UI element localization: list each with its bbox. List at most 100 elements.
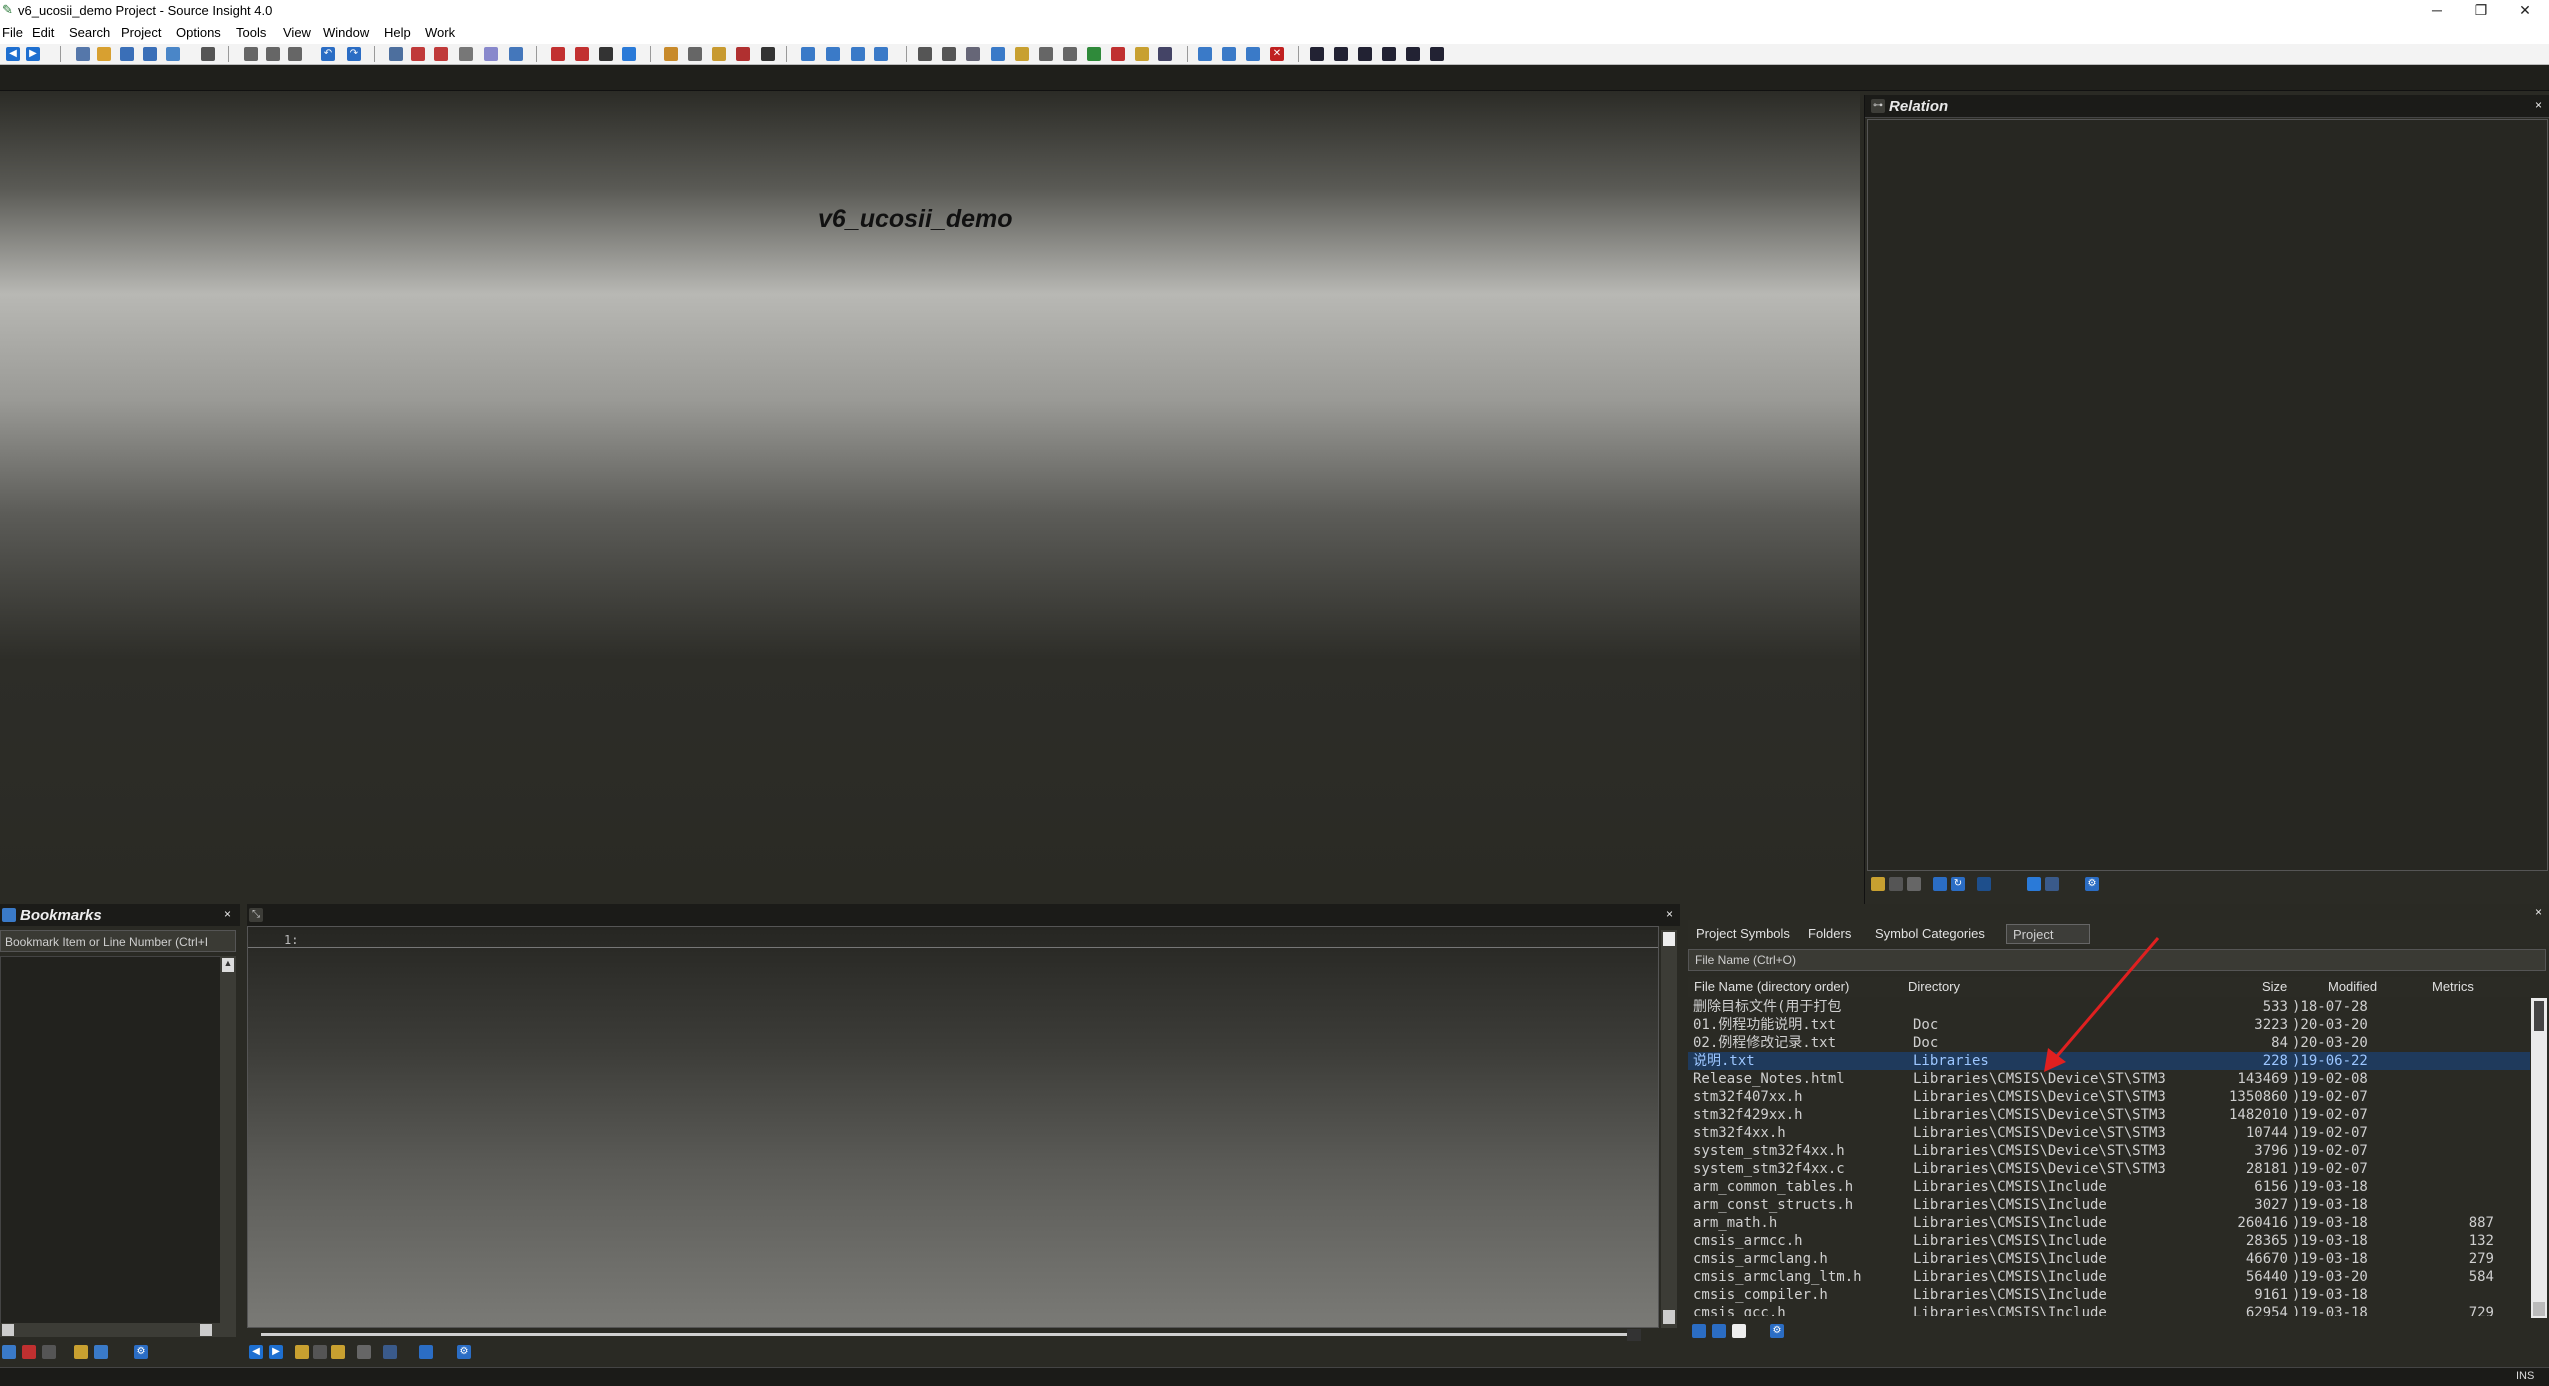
col-directory[interactable]: Directory (1908, 979, 1960, 994)
scroll-up-icon[interactable] (1663, 932, 1675, 946)
open-file-icon[interactable] (97, 47, 111, 61)
jump-icon[interactable] (459, 47, 473, 61)
table-row[interactable]: arm_common_tables.h Libraries\CMSIS\Inclu… (1688, 1178, 2530, 1196)
menu-options[interactable]: Options (176, 25, 221, 40)
search-files-icon[interactable] (434, 47, 448, 61)
new-file-icon[interactable] (76, 47, 90, 61)
paste-icon[interactable] (288, 47, 302, 61)
table-row[interactable]: system_stm32f4xx.c Libraries\CMSIS\Device… (1688, 1160, 2530, 1178)
layout-1-icon[interactable] (801, 47, 815, 61)
context-icon[interactable] (688, 47, 702, 61)
table-row[interactable]: arm_math.h Libraries\CMSIS\Include 260416)… (1688, 1214, 2530, 1232)
context-book-icon[interactable] (331, 1345, 345, 1359)
call-graph-icon[interactable] (736, 47, 750, 61)
symbol-window-icon[interactable] (761, 47, 775, 61)
relation-tree-icon[interactable] (2045, 877, 2059, 891)
target-icon[interactable] (918, 47, 932, 61)
redo-icon[interactable]: ↷ (347, 47, 361, 61)
macro-5-icon[interactable] (1406, 47, 1420, 61)
relation-layout-icon[interactable] (2027, 877, 2041, 891)
scroll-up-icon[interactable]: ▲ (222, 958, 234, 972)
relation-settings-icon[interactable]: ⚙ (2085, 877, 2099, 891)
outline-icon[interactable] (1015, 47, 1029, 61)
print-icon[interactable] (201, 47, 215, 61)
relation-view[interactable] (1867, 119, 2548, 871)
build-icon[interactable] (1039, 47, 1053, 61)
filter-icon[interactable] (1135, 47, 1149, 61)
table-row[interactable]: cmsis_compiler.h Libraries\CMSIS\Include 9… (1688, 1286, 2530, 1304)
scroll-thumb[interactable] (2534, 1001, 2544, 1031)
context-back-icon[interactable]: ◀ (249, 1345, 263, 1359)
bookmark-list[interactable] (0, 956, 222, 1325)
project-refresh-icon[interactable] (1712, 1324, 1726, 1338)
minimize-button[interactable]: ─ (2415, 0, 2459, 22)
col-size[interactable]: Size (2262, 979, 2287, 994)
relation-options-icon[interactable] (1977, 877, 1991, 891)
context-close-button[interactable]: × (1666, 907, 1673, 921)
bookmark-scrollbar[interactable]: ▲ (220, 956, 236, 1323)
grid-icon[interactable] (1158, 47, 1172, 61)
table-row[interactable]: system_stm32f4xx.h Libraries\CMSIS\Device… (1688, 1142, 2530, 1160)
bookmark-hscrollbar[interactable] (0, 1323, 236, 1337)
file-list-scrollbar[interactable] (2531, 998, 2547, 1318)
macro-3-icon[interactable] (1358, 47, 1372, 61)
replace-icon[interactable] (411, 47, 425, 61)
project-window-close-button[interactable]: × (2535, 905, 2542, 919)
scroll-down-icon[interactable] (1663, 1310, 1675, 1324)
bookmark-icon[interactable] (551, 47, 565, 61)
zoom-icon[interactable] (942, 47, 956, 61)
hscroll-track[interactable] (261, 1333, 1641, 1336)
menu-window[interactable]: Window (323, 25, 369, 40)
refresh-icon[interactable]: ↻ (1951, 877, 1965, 891)
context-lock-icon[interactable] (419, 1345, 433, 1359)
delete-bookmark-icon[interactable] (22, 1345, 36, 1359)
table-row[interactable]: stm32f429xx.h Libraries\CMSIS\Device\ST\S… (1688, 1106, 2530, 1124)
tab-folders[interactable]: Folders (1802, 924, 1857, 944)
context-forward-icon[interactable]: ▶ (269, 1345, 283, 1359)
context-jump-icon[interactable] (313, 1345, 327, 1359)
add-bookmark-icon[interactable] (2, 1345, 16, 1359)
pin-icon[interactable] (966, 47, 980, 61)
table-row[interactable]: stm32f4xx.h Libraries\CMSIS\Device\ST\STM… (1688, 1124, 2530, 1142)
macro-1-icon[interactable] (1310, 47, 1324, 61)
relation-graph-icon[interactable] (1907, 877, 1921, 891)
sync-project-icon[interactable] (1087, 47, 1101, 61)
context-lookup-icon[interactable] (295, 1345, 309, 1359)
context-tree-icon[interactable] (383, 1345, 397, 1359)
bookmark-next-icon[interactable] (575, 47, 589, 61)
restore-button[interactable]: ❐ (2459, 0, 2503, 22)
sync-icon[interactable] (166, 47, 180, 61)
menu-work[interactable]: Work (425, 25, 455, 40)
context-graph-icon[interactable] (357, 1345, 371, 1359)
menu-tools[interactable]: Tools (236, 25, 266, 40)
context-scrollbar[interactable] (1661, 930, 1677, 1328)
close-window-button[interactable]: ✕ (2503, 0, 2547, 22)
table-row[interactable]: cmsis_armcc.h Libraries\CMSIS\Include 2836… (1688, 1232, 2530, 1250)
macro-2-icon[interactable] (1334, 47, 1348, 61)
references-icon[interactable] (712, 47, 726, 61)
stop-icon[interactable] (1111, 47, 1125, 61)
col-modified[interactable]: Modified (2328, 979, 2377, 994)
menu-file[interactable]: File (2, 25, 23, 40)
save-bookmark-icon[interactable] (94, 1345, 108, 1359)
bookmarks-settings-icon[interactable]: ⚙ (134, 1345, 148, 1359)
back-icon[interactable]: ◀ (6, 47, 20, 61)
browse-icon[interactable] (509, 47, 523, 61)
bookmark-search-input[interactable]: Bookmark Item or Line Number (Ctrl+I (0, 930, 236, 952)
relation-jump-icon[interactable] (1889, 877, 1903, 891)
menu-help[interactable]: Help (384, 25, 411, 40)
copy-icon[interactable] (266, 47, 280, 61)
macro-4-icon[interactable] (1382, 47, 1396, 61)
context-settings-icon[interactable]: ⚙ (457, 1345, 471, 1359)
scroll-left-icon[interactable] (2, 1324, 14, 1336)
project-sync-icon[interactable] (1692, 1324, 1706, 1338)
table-row[interactable]: cmsis_armclang_ltm.h Libraries\CMSIS\Incl… (1688, 1268, 2530, 1286)
menu-project[interactable]: Project (121, 25, 161, 40)
col-metrics[interactable]: Metrics (2432, 979, 2474, 994)
scroll-right-icon[interactable] (200, 1324, 212, 1336)
save-icon[interactable] (120, 47, 134, 61)
outdent-icon[interactable] (1222, 47, 1236, 61)
table-row[interactable]: cmsis_gcc.h Libraries\CMSIS\Include 62954)… (1688, 1304, 2530, 1316)
clear-bookmarks-icon[interactable] (42, 1345, 56, 1359)
relation-lookup-icon[interactable] (1871, 877, 1885, 891)
